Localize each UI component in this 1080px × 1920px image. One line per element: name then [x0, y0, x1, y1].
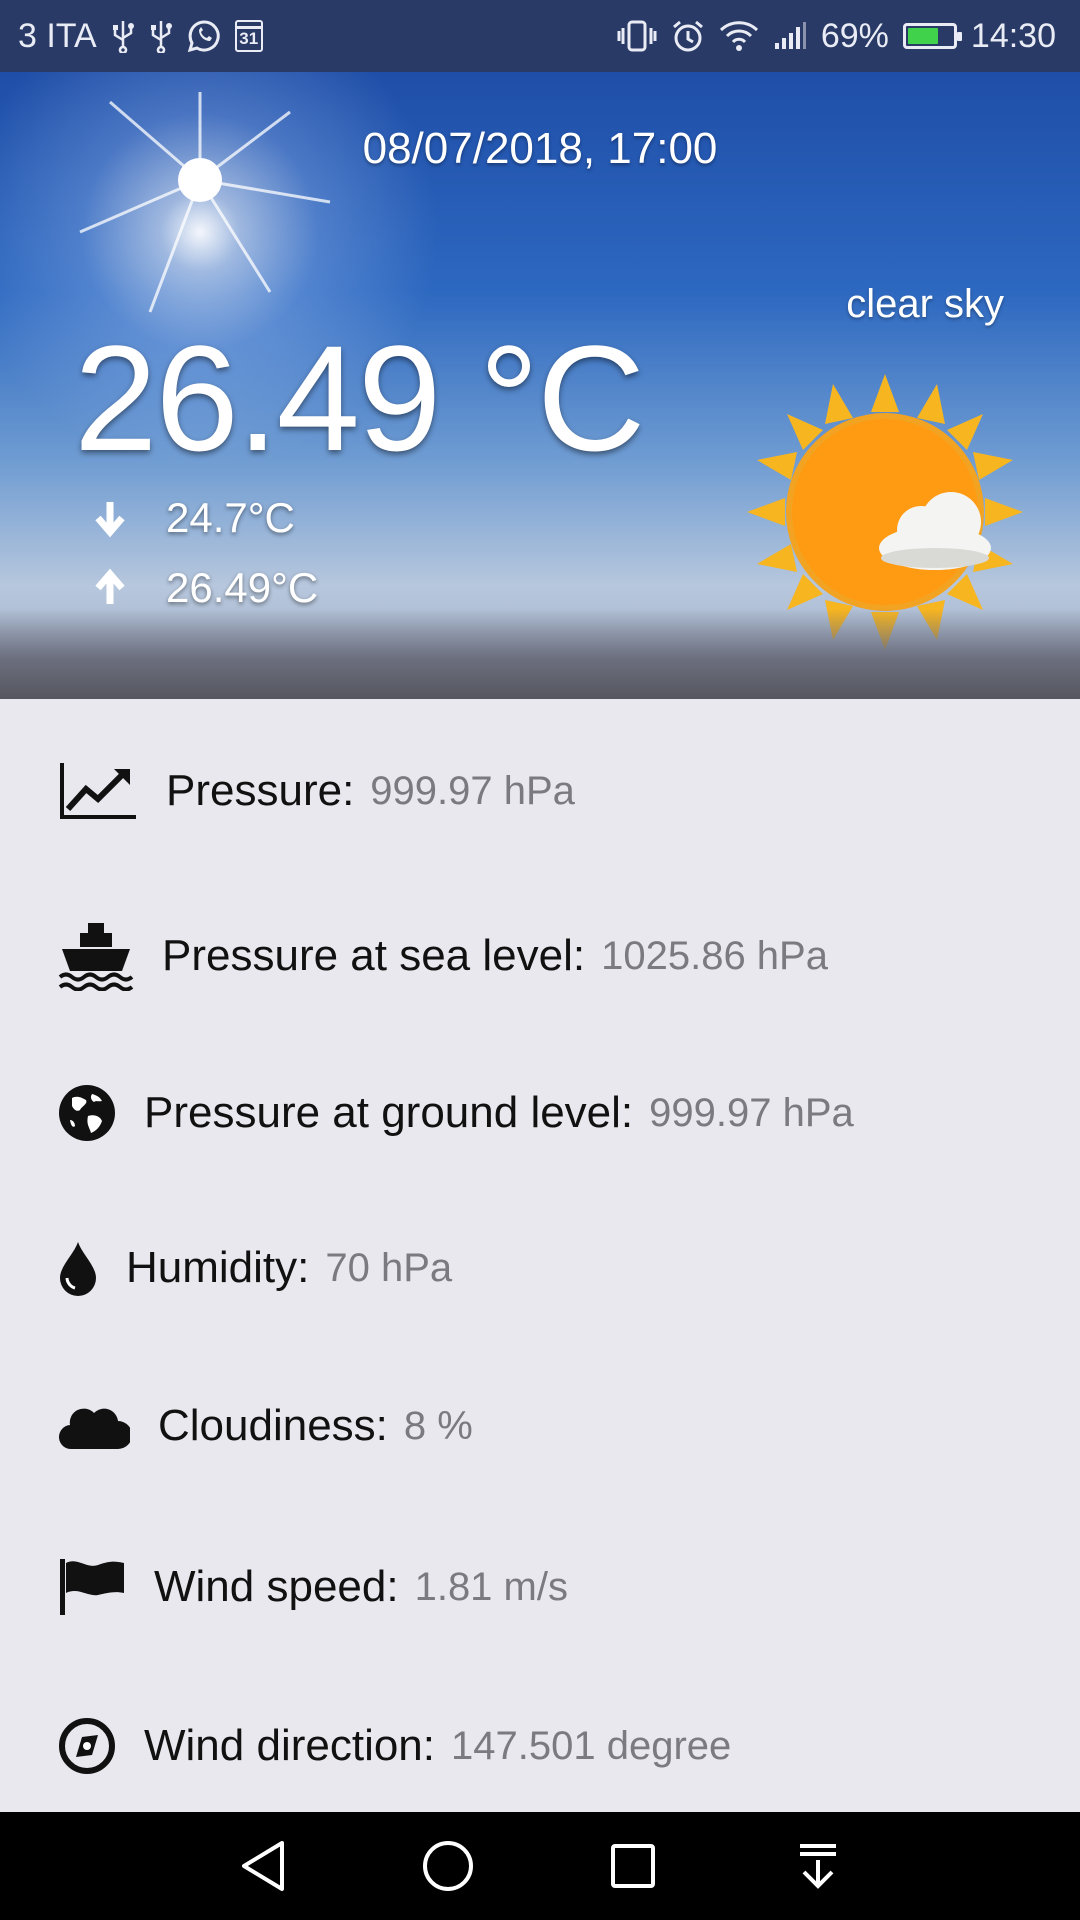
- detail-label: Wind direction:: [144, 1721, 436, 1770]
- notification-pull-icon[interactable]: [778, 1826, 858, 1906]
- list-item-wind-speed: Wind speed: 1.81 m/s: [58, 1557, 568, 1617]
- detail-value: 70 hPa: [325, 1245, 453, 1290]
- list-item-humidity: Humidity: 70 hPa: [58, 1240, 452, 1296]
- battery-charging-icon: [902, 23, 962, 49]
- detail-value: 1.81 m/s: [414, 1564, 568, 1609]
- recents-icon[interactable]: [593, 1826, 673, 1906]
- detail-label: Wind speed:: [154, 1562, 399, 1611]
- wifi-icon: [719, 20, 759, 52]
- cloud-icon: [58, 1401, 130, 1451]
- calendar-icon: 31: [234, 20, 263, 52]
- detail-label: Pressure:: [166, 766, 355, 815]
- list-item-pressure-sea-level: Pressure at sea level: 1025.86 hPa: [58, 921, 828, 991]
- min-temperature-row: 24.7°C: [90, 494, 295, 542]
- battery-level-fill: [907, 28, 939, 44]
- battery-percent: 69%: [820, 16, 889, 55]
- trending-up-chart-icon: [58, 761, 138, 821]
- detail-label: Pressure at ground level:: [144, 1088, 634, 1137]
- detail-value: 999.97 hPa: [370, 768, 575, 813]
- max-temperature-row: 26.49°C: [90, 564, 318, 612]
- signal-icon: [773, 21, 807, 51]
- back-icon[interactable]: [223, 1826, 303, 1906]
- max-temperature: 26.49°C: [166, 564, 319, 611]
- vibrate-icon: [617, 19, 657, 53]
- globe-icon: [58, 1084, 116, 1142]
- flag-icon: [58, 1557, 126, 1617]
- current-temperature: 26.49 °C: [74, 314, 645, 482]
- ship-icon: [58, 921, 134, 991]
- detail-value: 8 %: [403, 1403, 473, 1448]
- detail-label: Cloudiness:: [158, 1401, 388, 1450]
- home-icon[interactable]: [408, 1826, 488, 1906]
- detail-label: Pressure at sea level:: [162, 931, 586, 980]
- status-bar-right: 69% 14:30: [617, 17, 1056, 56]
- forecast-datetime: 08/07/2018, 17:00: [362, 124, 718, 173]
- weather-description: clear sky: [846, 282, 1004, 326]
- usb-icon: [111, 19, 135, 53]
- compass-icon: [58, 1717, 116, 1775]
- sun-with-cloud-icon: [747, 374, 1023, 650]
- navigation-bar: [0, 1812, 1080, 1920]
- whatsapp-icon: [187, 19, 221, 53]
- min-temperature: 24.7°C: [166, 494, 295, 541]
- list-item-wind-direction: Wind direction: 147.501 degree: [58, 1717, 731, 1775]
- arrow-up-icon: [95, 568, 125, 604]
- detail-value: 147.501 degree: [451, 1723, 732, 1768]
- list-item-cloudiness: Cloudiness: 8 %: [58, 1401, 473, 1451]
- status-bar: 3 ITA 31 69% 14:30: [0, 0, 1080, 72]
- weather-header: 08/07/2018, 17:00 clear sky 26.49 °C 24.…: [0, 72, 1080, 699]
- carrier-label: 3 ITA: [18, 16, 97, 55]
- detail-value: 999.97 hPa: [649, 1090, 854, 1135]
- usb-icon: [149, 19, 173, 53]
- arrow-down-icon: [95, 502, 125, 538]
- status-bar-left: 3 ITA 31: [18, 17, 263, 56]
- list-item-pressure: Pressure: 999.97 hPa: [58, 761, 575, 821]
- alarm-icon: [671, 19, 705, 53]
- list-item-pressure-ground-level: Pressure at ground level: 999.97 hPa: [58, 1084, 854, 1142]
- detail-value: 1025.86 hPa: [601, 933, 828, 978]
- water-drop-icon: [58, 1240, 98, 1296]
- detail-label: Humidity:: [126, 1243, 310, 1292]
- clock: 14:30: [970, 16, 1056, 55]
